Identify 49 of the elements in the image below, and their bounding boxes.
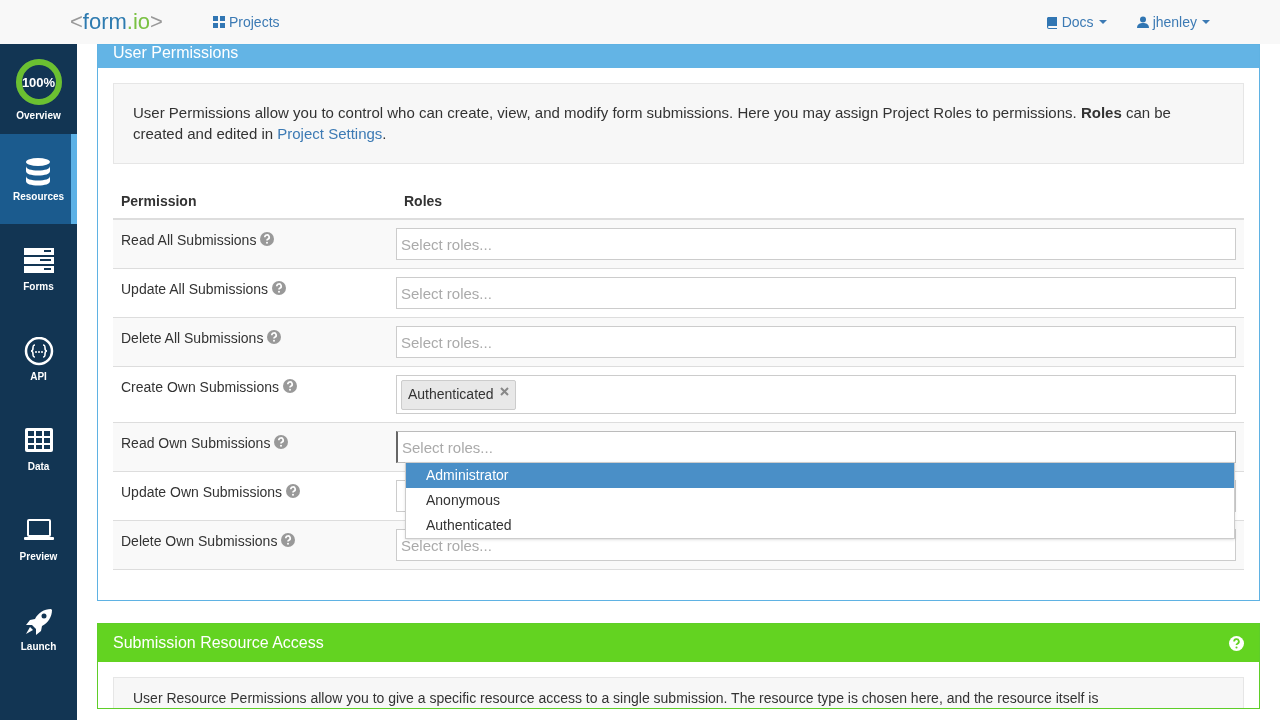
column-header: Permission [120,192,198,211]
sidebar-item[interactable]: 100% Overview [0,44,77,134]
panel-title-text: Submission Resource Access [113,633,324,653]
permission-name: Update All Submissions [121,280,269,299]
caret-icon [1202,20,1210,24]
panel-title: User Permissions [98,45,1259,68]
role-tag: Authenticated [401,379,516,410]
roles-field[interactable]: Authenticated [396,375,1236,414]
permission-name: Delete Own Submissions [121,532,278,551]
nav-link[interactable]: jhenley [1136,11,1210,33]
help-icon [272,281,287,295]
roles-field[interactable]: Select roles... [396,431,1236,463]
help-icon [281,533,296,547]
roles-field[interactable]: Select roles... [396,228,1236,260]
nav-link[interactable]: Docs [1045,11,1107,33]
grid-icon [212,15,225,29]
info-text: User Permissions allow you to control who can create, view, and modify form submissions. Here you may assign Project Roles to permissions. Roles can be created and edited in Project Settings. [113,83,1244,164]
sidebar-item[interactable]: Resources [0,134,77,224]
permission-name: Read All Submissions [121,231,257,250]
column-header: Roles [403,192,443,211]
progress-ring [14,57,63,106]
help-icon [286,484,301,498]
nav-link[interactable]: Projects [212,11,280,33]
permission-name: Create Own Submissions [121,378,279,397]
rocket-icon [23,606,54,637]
caret-icon [1098,20,1107,24]
remove-icon [499,387,509,396]
roles-field[interactable]: Select roles... [396,326,1236,358]
user-icon [1136,15,1149,29]
sidebar-item[interactable]: Forms [0,224,77,314]
permission-name: Delete All Submissions [121,329,264,348]
sidebar-item[interactable]: API [0,314,77,404]
help-icon [1229,635,1244,651]
info-text: User Resource Permissions allow you to give a specific resource access to a single submission. The resource type is chosen here, and the resource itself is [113,677,1244,708]
help-icon [282,379,297,393]
book-icon [1045,15,1058,29]
braces-icon [23,336,54,367]
permission-name: Update Own Submissions [121,483,283,502]
permission-name: Read Own Submissions [121,434,271,453]
sidebar-item[interactable]: Data [0,404,77,494]
logo[interactable]: <form.io> [70,11,163,33]
help-icon [274,435,289,449]
help-icon [267,330,282,344]
progress-value: 100% [21,75,56,88]
help-icon [260,232,275,246]
dropdown-option[interactable]: Anonymous [406,488,1234,513]
sidebar-item[interactable]: Preview [0,494,77,584]
roles-field[interactable]: Select roles... [396,277,1236,309]
sidebar-item[interactable]: Launch [0,584,77,674]
